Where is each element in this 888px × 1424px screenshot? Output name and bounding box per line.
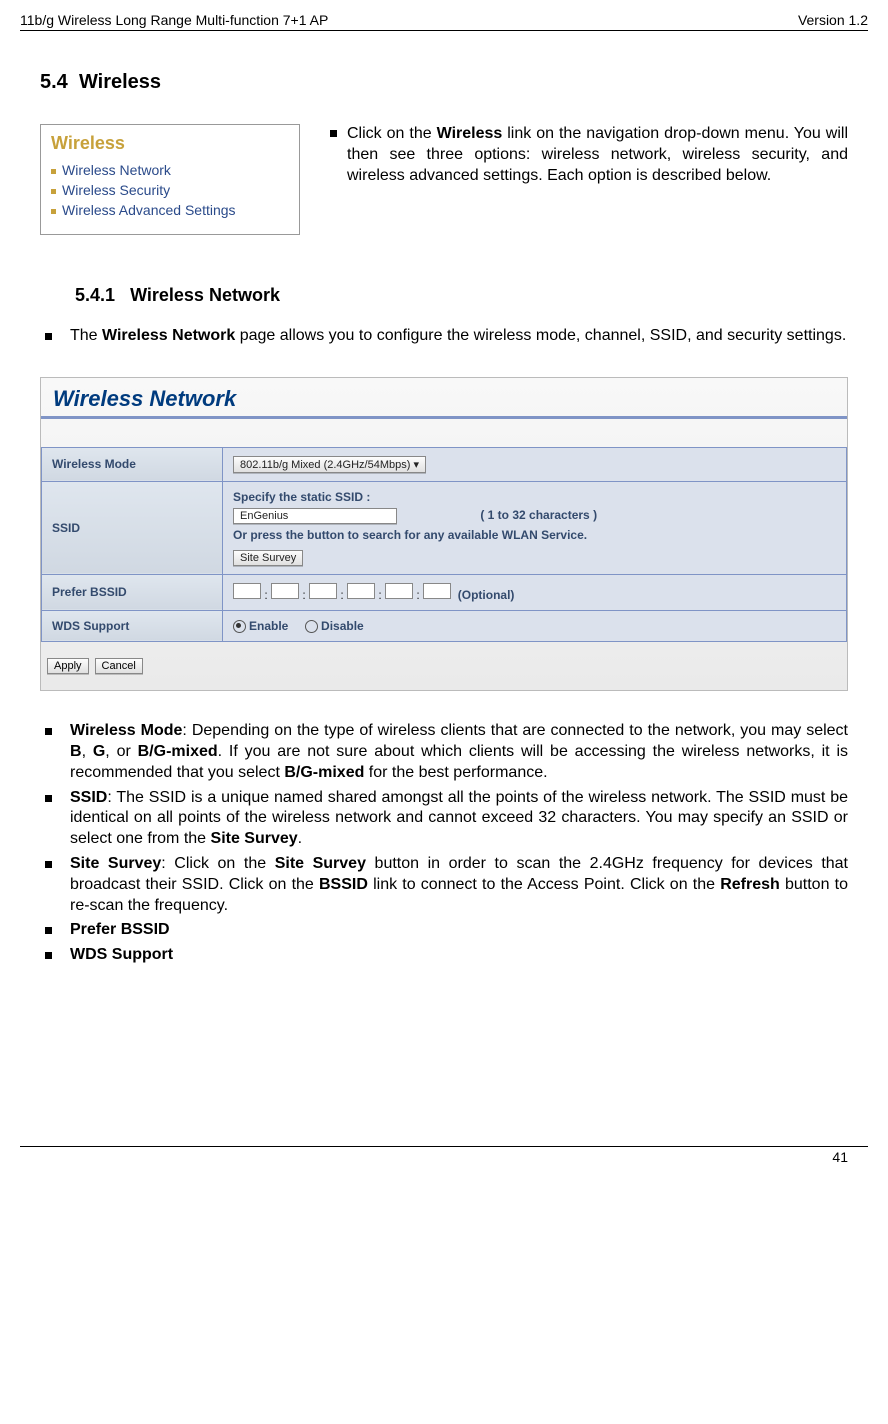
page-number: 41 <box>832 1149 848 1165</box>
paragraph: SSID: The SSID is a unique named shared … <box>70 788 848 850</box>
bullet-icon <box>51 189 56 194</box>
row-value: 802.11b/g Mixed (2.4GHz/54Mbps) ▾ <box>223 447 847 481</box>
page-footer: 41 <box>20 1146 868 1165</box>
menu-item: Wireless Advanced Settings <box>51 200 289 220</box>
paragraph: WDS Support <box>70 945 848 966</box>
bullet-icon <box>45 333 52 340</box>
header-right: Version 1.2 <box>798 12 868 28</box>
ssid-hint: ( 1 to 32 characters ) <box>480 508 597 522</box>
bullet-icon <box>330 130 337 137</box>
wireless-mode-dropdown[interactable]: 802.11b/g Mixed (2.4GHz/54Mbps) ▾ <box>233 456 426 473</box>
row-label: Prefer BSSID <box>42 574 223 610</box>
bssid-input[interactable] <box>385 583 413 599</box>
header-left: 11b/g Wireless Long Range Multi-function… <box>20 12 328 28</box>
config-screenshot: Wireless Network Wireless Mode 802.11b/g… <box>40 377 848 691</box>
bullet-icon <box>45 952 52 959</box>
bssid-optional: (Optional) <box>458 588 515 602</box>
bullet-icon <box>51 169 56 174</box>
bssid-input[interactable] <box>271 583 299 599</box>
menu-item: Wireless Network <box>51 160 289 180</box>
cancel-button[interactable]: Cancel <box>95 658 143 674</box>
row-label: SSID <box>42 481 223 574</box>
table-row: WDS Support Enable Disable <box>42 610 847 641</box>
bssid-input[interactable] <box>347 583 375 599</box>
subsection-title: 5.4.1 Wireless Network <box>75 285 848 306</box>
bssid-input[interactable] <box>309 583 337 599</box>
section-title: 5.4 Wireless <box>40 71 848 94</box>
paragraph: Wireless Mode: Depending on the type of … <box>70 721 848 783</box>
bullet-icon <box>45 861 52 868</box>
menu-screenshot: Wireless Wireless Network Wireless Secur… <box>40 124 300 235</box>
header-rule <box>20 30 868 31</box>
bullet-icon <box>45 795 52 802</box>
row-label: Wireless Mode <box>42 447 223 481</box>
row-value: Enable Disable <box>223 610 847 641</box>
wds-disable-radio[interactable] <box>305 620 318 633</box>
row-label: WDS Support <box>42 610 223 641</box>
menu-item: Wireless Security <box>51 180 289 200</box>
paragraph: The Wireless Network page allows you to … <box>70 326 848 347</box>
site-survey-button[interactable]: Site Survey <box>233 550 303 566</box>
wds-enable-radio[interactable] <box>233 620 246 633</box>
intro-paragraph: Click on the Wireless link on the naviga… <box>347 124 848 186</box>
row-value: : : : : : (Optional) <box>223 574 847 610</box>
row-value: Specify the static SSID : EnGenius ( 1 t… <box>223 481 847 574</box>
paragraph: Prefer BSSID <box>70 920 848 941</box>
config-title: Wireless Network <box>41 378 847 416</box>
ssid-or-text: Or press the button to search for any av… <box>233 528 836 542</box>
paragraph: Site Survey: Click on the Site Survey bu… <box>70 854 848 916</box>
apply-button[interactable]: Apply <box>47 658 89 674</box>
ssid-input[interactable]: EnGenius <box>233 508 397 524</box>
bullet-icon <box>45 927 52 934</box>
bullet-icon <box>51 209 56 214</box>
table-row: SSID Specify the static SSID : EnGenius … <box>42 481 847 574</box>
underline <box>41 416 847 419</box>
table-row: Prefer BSSID : : : : : (Optional) <box>42 574 847 610</box>
menu-title: Wireless <box>51 133 289 154</box>
bssid-input[interactable] <box>423 583 451 599</box>
bssid-input[interactable] <box>233 583 261 599</box>
bullet-icon <box>45 728 52 735</box>
table-row: Wireless Mode 802.11b/g Mixed (2.4GHz/54… <box>42 447 847 481</box>
